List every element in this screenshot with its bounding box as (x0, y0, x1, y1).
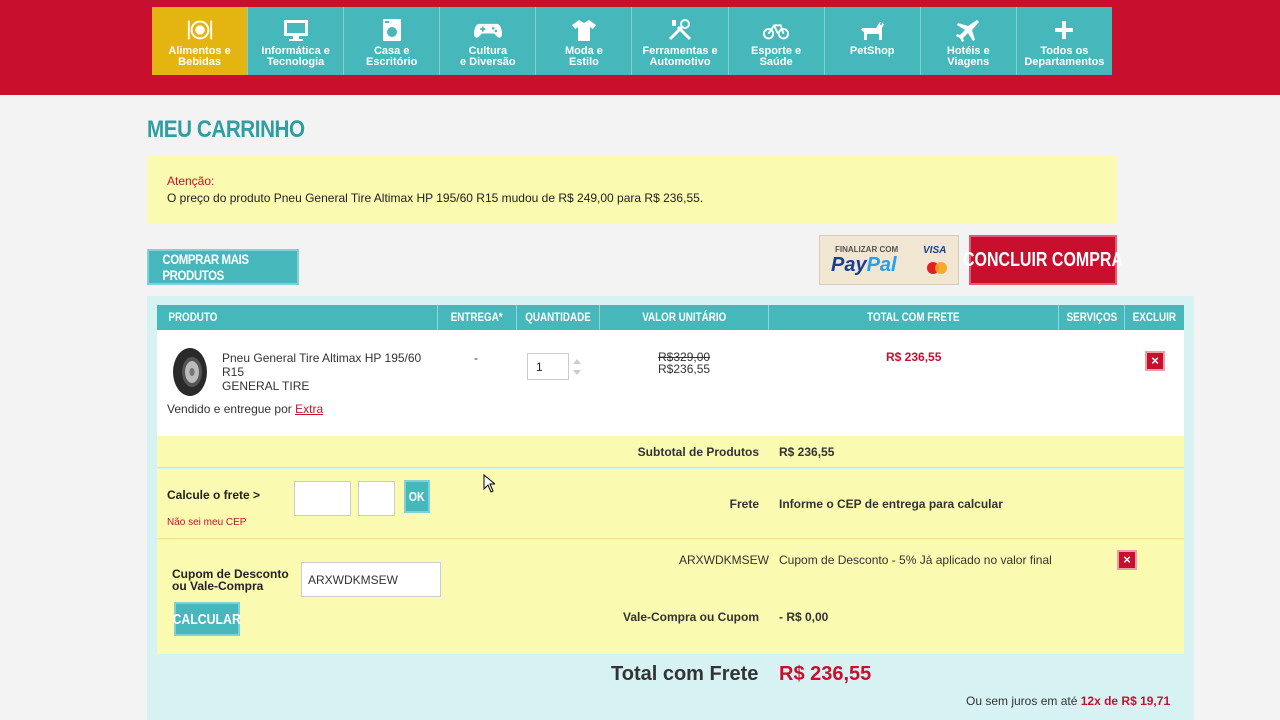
unknown-cep-link[interactable]: Não sei meu CEP (167, 517, 246, 528)
price-change-alert: Atenção: O preço do produto Pneu General… (147, 155, 1117, 224)
dining-icon (186, 17, 214, 43)
visa-logo: VISA (923, 245, 947, 256)
nav-item-label: PetShop (849, 45, 895, 57)
gamepad-icon (473, 17, 502, 43)
unit-price: R$236,55 (658, 362, 711, 376)
remove-item-button[interactable]: × (1145, 351, 1165, 371)
mastercard-icon (927, 262, 947, 274)
nav-item-cultura[interactable]: Cultura e Diversão (439, 7, 535, 75)
installments-info: Ou sem juros em até 12x de R$ 19,71 (966, 694, 1171, 708)
continue-shopping-button[interactable]: COMPRAR MAIS PRODUTOS (147, 249, 299, 285)
close-icon: × (1123, 552, 1131, 567)
bicycle-icon (762, 17, 790, 43)
header-valor-unitario: VALOR UNITÁRIO (599, 305, 768, 330)
product-image[interactable] (170, 346, 210, 398)
nav-item-label: Hotéis e Viagens (946, 45, 990, 68)
alert-heading: Atenção: (167, 174, 215, 188)
tools-icon (666, 17, 694, 43)
paypal-logo: PayPal (831, 254, 897, 276)
nav-item-label: Esporte e Saúde (751, 45, 802, 68)
department-nav: Alimentos e Bebidas Informática e Tecnol… (152, 7, 1112, 75)
header-entrega: ENTREGA* (437, 305, 516, 330)
seller-info: Vendido e entregue por Extra (167, 402, 324, 416)
cep-prefix-input[interactable] (294, 481, 351, 516)
nav-item-todos[interactable]: Todos os Departamentos (1015, 7, 1112, 75)
header-quantidade: QUANTIDADE (516, 305, 599, 330)
nav-item-esporte[interactable]: Esporte e Saúde (727, 7, 824, 75)
monitor-icon (282, 17, 310, 43)
product-brand: GENERAL TIRE (222, 379, 310, 393)
coupon-label: Cupom de Desconto ou Vale-Compra (172, 567, 289, 593)
header-total-frete: TOTAL COM FRETE (768, 305, 1058, 330)
header-excluir: EXCLUIR (1124, 305, 1184, 330)
nav-item-moda[interactable]: Moda e Estilo (535, 7, 631, 75)
page-title: MEU CARRINHO (147, 116, 305, 143)
paypal-caption: FINALIZAR COM (835, 245, 899, 254)
mouse-cursor-icon (483, 474, 495, 493)
washer-icon (378, 17, 406, 43)
shipping-calc-label: Calcule o frete > (167, 488, 261, 502)
line-total: R$ 236,55 (886, 350, 942, 364)
close-icon: × (1151, 353, 1159, 368)
nav-item-label: Casa e Escritório (366, 45, 418, 68)
nav-item-casa[interactable]: Casa e Escritório (343, 7, 439, 75)
coupon-description: Cupom de Desconto - 5% Já aplicado no va… (779, 553, 1052, 567)
cart-item-row (157, 330, 1184, 436)
voucher-value: - R$ 0,00 (779, 610, 829, 624)
delivery-value: - (474, 351, 478, 365)
nav-item-label: Alimentos e Bebidas (168, 45, 231, 68)
nav-item-label: Cultura e Diversão (460, 45, 516, 68)
voucher-label: Vale-Compra ou Cupom (622, 610, 759, 624)
total-label: Total com Frete (611, 663, 759, 685)
calculate-button[interactable]: CALCULAR (173, 602, 241, 636)
subtotal-value: R$ 236,55 (779, 445, 835, 459)
dog-icon (858, 17, 886, 43)
coupon-input[interactable] (301, 562, 441, 597)
header-servicos: SERVIÇOS (1058, 305, 1124, 330)
nav-item-label: Informática e Tecnologia (261, 45, 330, 68)
installments-value: 12x de R$ 19,71 (1080, 694, 1171, 708)
tshirt-icon (570, 17, 598, 43)
shipping-ok-button[interactable]: OK (404, 480, 430, 513)
shipping-value: Informe o CEP de entrega para calcular (779, 497, 1003, 511)
nav-item-label: Ferramentas e Automotivo (642, 45, 718, 68)
quantity-stepper[interactable] (572, 357, 582, 377)
paypal-checkout-button[interactable]: FINALIZAR COM PayPal VISA (819, 235, 959, 285)
quantity-input[interactable] (527, 353, 569, 380)
shipping-label: Frete (729, 497, 759, 511)
seller-link[interactable]: Extra (295, 402, 323, 416)
coupon-code: ARXWDKMSEW (679, 553, 769, 567)
cart-table-header: PRODUTO ENTREGA* QUANTIDADE VALOR UNITÁR… (157, 305, 1184, 330)
plus-icon (1050, 17, 1078, 43)
nav-item-petshop[interactable]: PetShop (823, 7, 920, 75)
cep-suffix-input[interactable] (358, 481, 395, 516)
header-produto: PRODUTO (168, 310, 218, 324)
airplane-icon (954, 17, 982, 43)
remove-coupon-button[interactable]: × (1117, 550, 1137, 570)
nav-item-alimentos[interactable]: Alimentos e Bebidas (152, 7, 248, 75)
nav-item-label: Moda e Estilo (564, 45, 603, 68)
nav-item-ferramentas[interactable]: Ferramentas e Automotivo (631, 7, 727, 75)
total-value: R$ 236,55 (779, 663, 872, 685)
nav-item-hoteis[interactable]: Hotéis e Viagens (919, 7, 1016, 75)
nav-item-informatica[interactable]: Informática e Tecnologia (247, 7, 343, 75)
product-name[interactable]: Pneu General Tire Altimax HP 195/60 R15 (222, 351, 442, 379)
checkout-button[interactable]: CONCLUIR COMPRA (963, 235, 1123, 285)
nav-item-label: Todos os Departamentos (1024, 45, 1105, 68)
alert-message: O preço do produto Pneu General Tire Alt… (167, 191, 704, 205)
subtotal-label: Subtotal de Produtos (637, 445, 759, 459)
